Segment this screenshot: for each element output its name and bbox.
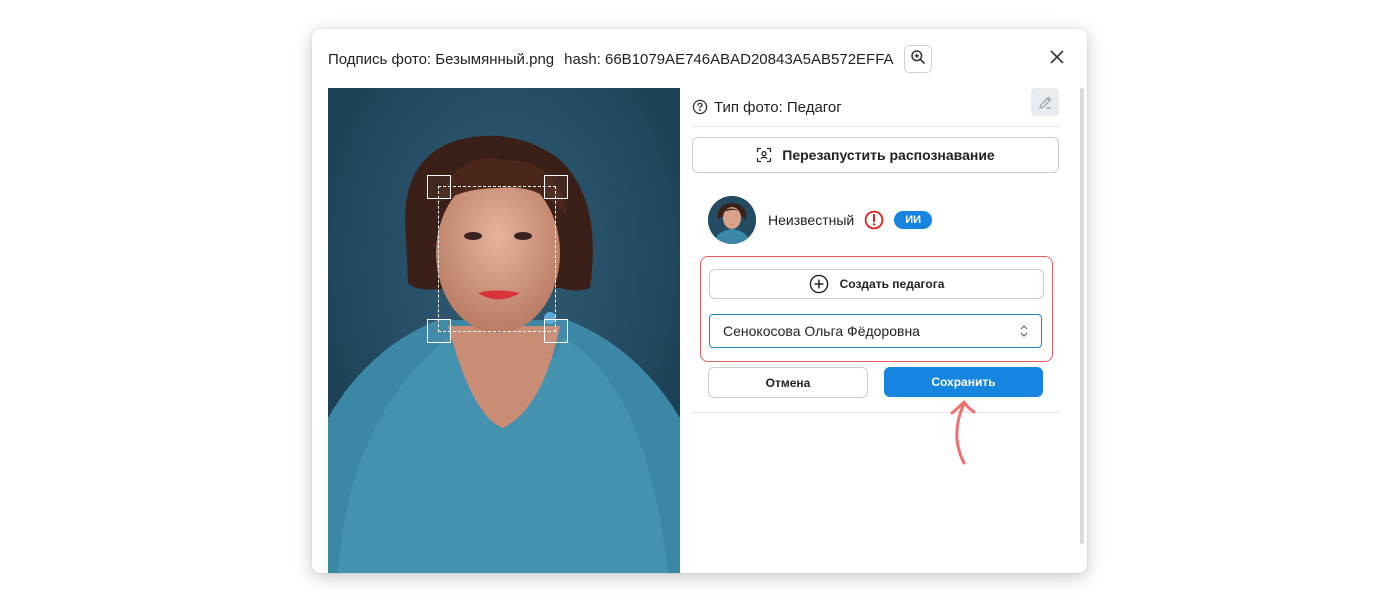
modal-title: Подпись фото: Безымянный.png — [328, 50, 555, 68]
create-teacher-button[interactable]: Создать педагога — [709, 269, 1044, 299]
photo-type-label: Тип фото: Педагог — [714, 98, 842, 116]
modal-header: Подпись фото: Безымянный.png hash: 66B10… — [328, 45, 1073, 73]
zoom-button[interactable] — [903, 45, 932, 73]
teacher-select-value: Сенокосова Ольга Фёдоровна — [723, 323, 920, 339]
person-name: Неизвестный — [768, 212, 855, 228]
hint-arrow-annotation — [940, 396, 984, 471]
photo-type-row: Тип фото: Педагог — [692, 88, 1059, 127]
plus-circle-icon — [809, 274, 829, 294]
scrollbar[interactable] — [1080, 88, 1084, 544]
teacher-assignment-group: Создать педагога Сенокосова Ольга Фёдоро… — [700, 256, 1053, 362]
chevron-updown-icon — [1019, 324, 1029, 338]
avatar — [708, 196, 756, 244]
portrait-photo — [328, 88, 680, 573]
question-circle-icon — [692, 99, 708, 115]
close-button[interactable] — [1045, 47, 1069, 71]
zoom-in-icon — [910, 49, 926, 70]
close-icon — [1050, 49, 1064, 69]
create-teacher-label: Создать педагога — [839, 277, 945, 291]
cancel-button[interactable]: Отмена — [708, 367, 868, 398]
save-button[interactable]: Сохранить — [884, 367, 1043, 397]
ai-badge: ИИ — [894, 211, 933, 229]
restart-recognition-label: Перезапустить распознавание — [782, 147, 995, 163]
edit-type-button[interactable] — [1031, 88, 1059, 116]
face-scan-icon — [756, 147, 772, 163]
divider — [692, 412, 1059, 413]
resize-handle-bottom-right[interactable] — [544, 319, 568, 343]
restart-recognition-button[interactable]: Перезапустить распознавание — [692, 137, 1059, 173]
resize-handle-top-left[interactable] — [427, 175, 451, 199]
photo-hash: hash: 66B1079AE746ABAD20843A5AB572EFFA — [564, 50, 894, 68]
resize-handle-top-right[interactable] — [544, 175, 568, 199]
detected-person: Неизвестный ИИ — [708, 195, 933, 245]
exclamation-circle-icon — [864, 210, 884, 230]
photo-caption-modal: Подпись фото: Безымянный.png hash: 66B10… — [312, 29, 1087, 573]
face-detection-box[interactable] — [438, 186, 556, 332]
resize-handle-bottom-left[interactable] — [427, 319, 451, 343]
pencil-icon — [1038, 95, 1053, 110]
teacher-select[interactable]: Сенокосова Ольга Фёдоровна — [709, 314, 1042, 348]
